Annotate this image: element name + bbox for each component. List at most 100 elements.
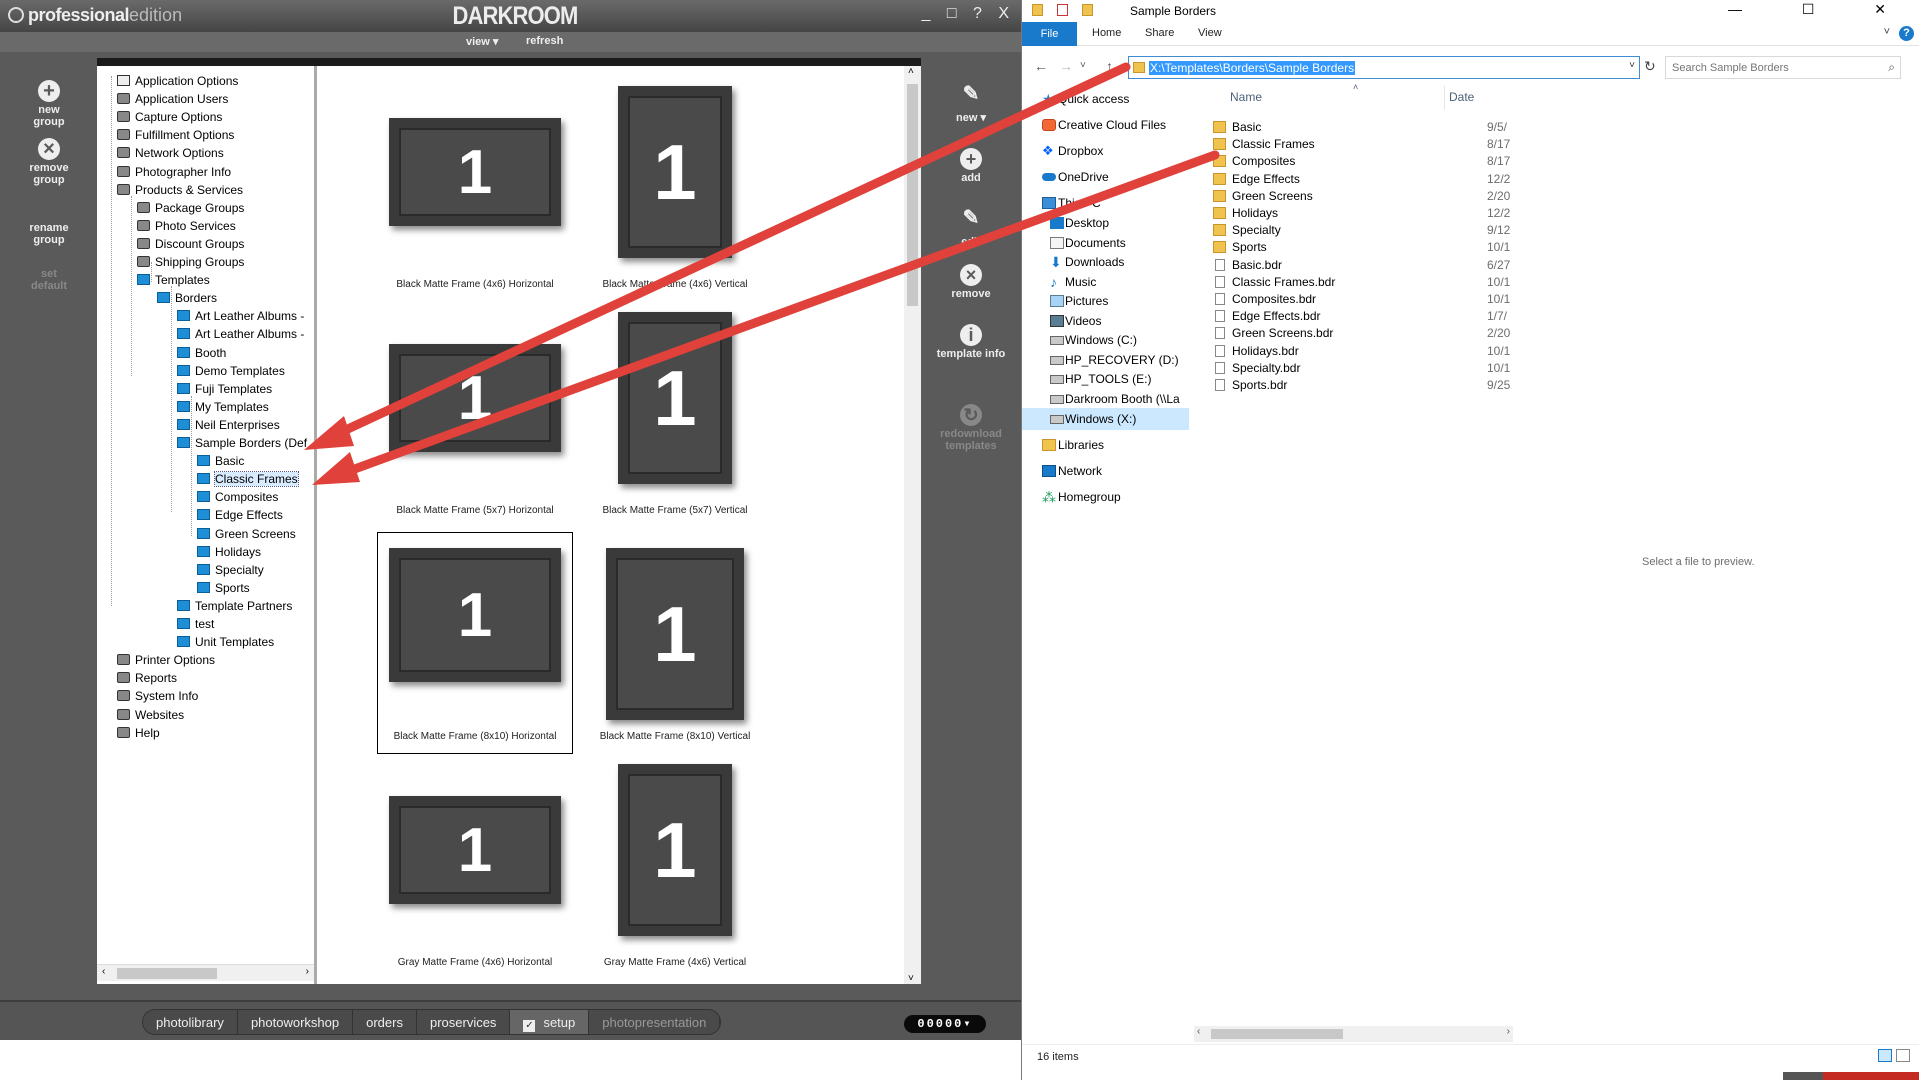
power-icon[interactable] <box>8 7 24 23</box>
nav-item-downloads[interactable]: ⬇ Downloads <box>1022 251 1189 273</box>
scroll-right-icon[interactable]: › <box>306 966 309 977</box>
new-folder-icon[interactable] <box>1082 4 1093 16</box>
back-arrow-icon[interactable]: ← <box>1034 58 1048 74</box>
column-header-name[interactable]: Name <box>1230 90 1262 104</box>
tree-item-edge-effects[interactable]: Edge Effects <box>197 506 283 524</box>
tree-item-borders[interactable]: Borders <box>157 289 217 307</box>
tree-item-template-partners[interactable]: Template Partners <box>177 597 292 615</box>
properties-icon[interactable] <box>1057 4 1068 16</box>
tree-item-holidays[interactable]: Holidays <box>197 543 261 561</box>
refresh-icon[interactable]: ↻ <box>1644 58 1656 75</box>
nav-item-homegroup[interactable]: ⁂ Homegroup <box>1022 486 1189 508</box>
set-default-button[interactable]: set default <box>4 268 94 292</box>
redownload-templates-button[interactable]: ↻ redownload templates <box>925 404 1017 452</box>
tree-item-fuji-templates[interactable]: Fuji Templates <box>177 380 272 398</box>
scroll-up-icon[interactable]: ˄ <box>908 66 914 77</box>
address-path[interactable]: X:\Templates\Borders\Sample Borders <box>1149 61 1356 75</box>
tree-item-application-users[interactable]: Application Users <box>117 90 228 108</box>
tab-home[interactable]: Home <box>1092 27 1121 39</box>
folder-row[interactable]: Sports 10/1 <box>1208 238 1520 256</box>
help-icon[interactable]: ? <box>1899 26 1914 41</box>
nav-item-pictures[interactable]: Pictures <box>1022 290 1189 312</box>
tree-item-capture-options[interactable]: Capture Options <box>117 108 222 126</box>
new-group-button[interactable]: + new group <box>4 80 94 128</box>
window-controls[interactable]: — ☐ ✕ <box>1728 1 1914 18</box>
folder-row[interactable]: Edge Effects 12/2 <box>1208 170 1520 188</box>
scroll-thumb[interactable] <box>117 968 217 979</box>
column-divider[interactable] <box>1444 86 1445 110</box>
tree-item-websites[interactable]: Websites <box>117 706 184 724</box>
file-row[interactable]: Specialty.bdr 10/1 <box>1208 359 1520 377</box>
tree-item-green-screens[interactable]: Green Screens <box>197 525 296 543</box>
recent-locations-icon[interactable]: ˅ <box>1080 60 1086 71</box>
up-arrow-icon[interactable]: ↑ <box>1106 58 1113 74</box>
details-view-icon[interactable] <box>1878 1049 1892 1062</box>
scroll-down-icon[interactable]: ˅ <box>908 973 914 984</box>
tab-photopresentation[interactable]: photopresentation <box>589 1010 721 1034</box>
nav-item-darkroom-booth-la[interactable]: Darkroom Booth (\\La <box>1022 388 1189 410</box>
tab-file[interactable]: File <box>1022 22 1077 46</box>
tree-item-sports[interactable]: Sports <box>197 579 250 597</box>
chevron-down-icon[interactable]: ˅ <box>1884 26 1890 38</box>
column-header-date[interactable]: Date <box>1449 90 1474 104</box>
tree-item-discount-groups[interactable]: Discount Groups <box>137 235 244 253</box>
folder-row[interactable]: Composites 8/17 <box>1208 152 1520 170</box>
tab-proservices[interactable]: proservices <box>417 1010 511 1034</box>
order-counter[interactable]: 00000▾ <box>904 1015 986 1033</box>
tab-photolibrary[interactable]: photolibrary <box>143 1010 238 1034</box>
nav-item-windows-c[interactable]: Windows (C:) <box>1022 329 1189 351</box>
tree-item-test[interactable]: test <box>177 615 214 633</box>
tree-item-specialty[interactable]: Specialty <box>197 561 264 579</box>
nav-item-this-pc[interactable]: This PC <box>1022 192 1189 214</box>
nav-item-creative-cloud-files[interactable]: Creative Cloud Files <box>1022 114 1189 136</box>
tree-item-booth[interactable]: Booth <box>177 344 226 362</box>
nav-item-libraries[interactable]: Libraries <box>1022 434 1189 456</box>
folder-row[interactable]: Holidays 12/2 <box>1208 204 1520 222</box>
tree-item-demo-templates[interactable]: Demo Templates <box>177 362 285 380</box>
tree-item-application-options[interactable]: Application Options <box>117 72 238 90</box>
search-input[interactable] <box>1672 60 1872 75</box>
tree-item-network-options[interactable]: Network Options <box>117 144 224 162</box>
file-row[interactable]: Basic.bdr 6/27 <box>1208 256 1520 274</box>
nav-item-quick-access[interactable]: ★ Quick access <box>1022 88 1189 110</box>
file-row[interactable]: Composites.bdr 10/1 <box>1208 290 1520 308</box>
tree-item-shipping-groups[interactable]: Shipping Groups <box>137 253 244 271</box>
edit-button[interactable]: ✎ edit <box>925 208 1017 248</box>
nav-item-hp-tools-e[interactable]: HP_TOOLS (E:) <box>1022 368 1189 390</box>
remove-group-button[interactable]: × remove group <box>4 138 94 186</box>
window-controls[interactable]: _ □ ? X <box>922 5 1015 23</box>
tab-orders[interactable]: orders <box>353 1010 417 1034</box>
folder-row[interactable]: Green Screens 2/20 <box>1208 187 1520 205</box>
file-row[interactable]: Edge Effects.bdr 1/7/ <box>1208 307 1520 325</box>
tree-item-help[interactable]: Help <box>117 724 160 742</box>
nav-item-onedrive[interactable]: OneDrive <box>1022 166 1189 188</box>
tree-item-unit-templates[interactable]: Unit Templates <box>177 633 274 651</box>
rename-group-button[interactable]: rename group <box>4 222 94 246</box>
large-icons-view-icon[interactable] <box>1896 1049 1910 1062</box>
tab-view[interactable]: View <box>1198 27 1222 39</box>
tree-item-package-groups[interactable]: Package Groups <box>137 199 244 217</box>
tree-item-classic-frames[interactable]: Classic Frames <box>197 470 299 488</box>
forward-arrow-icon[interactable]: → <box>1059 58 1073 74</box>
address-bar[interactable]: X:\Templates\Borders\Sample Borders ˅ <box>1128 56 1640 79</box>
tab-share[interactable]: Share <box>1145 27 1174 39</box>
remove-button[interactable]: × remove <box>925 264 1017 300</box>
file-row[interactable]: Holidays.bdr 10/1 <box>1208 342 1520 360</box>
chevron-down-icon[interactable]: ˅ <box>1629 60 1635 71</box>
tree-item-sample-borders-def[interactable]: Sample Borders (Def <box>177 434 307 452</box>
new-button[interactable]: ✎ new ▾ <box>925 84 1017 124</box>
tree-item-basic[interactable]: Basic <box>197 452 244 470</box>
nav-item-dropbox[interactable]: ❖ Dropbox <box>1022 140 1189 162</box>
view-menu[interactable]: view ▾ <box>466 35 498 48</box>
tree-item-products-services[interactable]: Products & Services <box>117 181 243 199</box>
nav-item-network[interactable]: Network <box>1022 460 1189 482</box>
search-box[interactable]: ⌕ <box>1665 56 1901 79</box>
tree-item-photo-services[interactable]: Photo Services <box>137 217 236 235</box>
add-button[interactable]: + add <box>925 148 1017 184</box>
tree-item-fulfillment-options[interactable]: Fulfillment Options <box>117 126 234 144</box>
folder-row[interactable]: Classic Frames 8/17 <box>1208 135 1520 153</box>
file-row[interactable]: Classic Frames.bdr 10/1 <box>1208 273 1520 291</box>
nav-item-windows-x[interactable]: Windows (X:) <box>1022 408 1189 430</box>
scroll-thumb[interactable] <box>1211 1029 1343 1039</box>
tab-photoworkshop[interactable]: photoworkshop <box>238 1010 354 1034</box>
